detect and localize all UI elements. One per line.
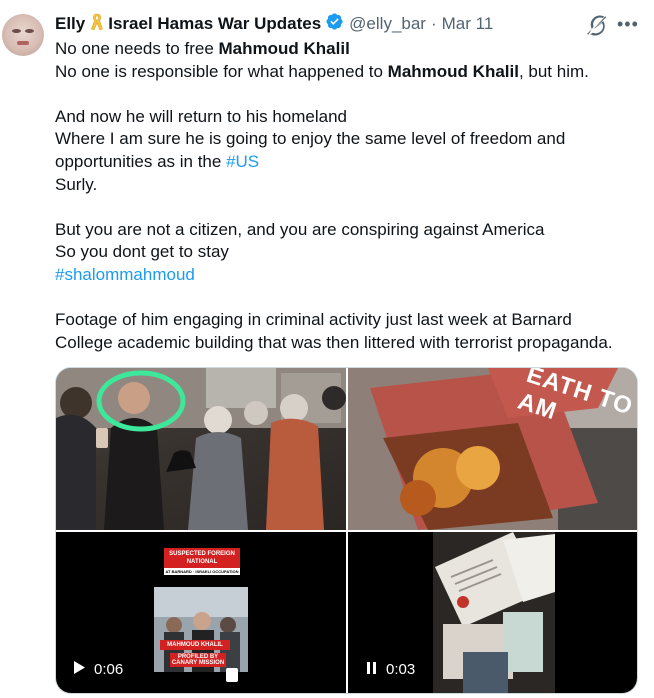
tweet-line: No one needs to free Mahmoud Khalil [55, 38, 645, 61]
yellow-ribbon-icon [91, 13, 104, 36]
avatar[interactable] [2, 14, 44, 56]
bold-name: Mahmoud Khalil [387, 61, 519, 81]
video-player[interactable]: SUSPECTED FOREIGN NATIONAL AT BARNARD · … [56, 532, 346, 693]
video-watermark [226, 668, 238, 682]
avatar-mouth [17, 41, 29, 45]
tweet-line: Footage of him engaging in criminal acti… [55, 310, 572, 330]
tweet-line: Where I am sure he is going to enjoy the… [55, 129, 566, 149]
pause-icon[interactable] [367, 661, 377, 678]
tweet-line: No one is responsible for what happened … [55, 61, 645, 84]
author-name[interactable]: Elly [55, 14, 85, 34]
photo-poster[interactable]: EATH TO AM [348, 368, 637, 530]
hashtag-shalommahmoud[interactable]: #shalommahmoud [55, 264, 645, 287]
tweet-line: So you dont get to stay [55, 242, 229, 262]
author-handle[interactable]: @elly_bar [349, 14, 426, 34]
tweet-line: College academic building that was then … [55, 332, 613, 352]
avatar-eye [25, 29, 34, 33]
video-banner-sub: AT BARNARD · ISRAELI OCCUPATION [164, 568, 240, 575]
tweet-text: No one needs to free Mahmoud Khalil No o… [55, 38, 645, 354]
tweet-header: Elly Israel Hamas War Updates @elly_bar … [55, 13, 645, 35]
video-banner: SUSPECTED FOREIGN NATIONAL [164, 548, 240, 568]
header-separator: · [430, 14, 437, 33]
text-segment: No one is responsible for what happened … [55, 61, 388, 81]
tweet-line: But you are not a citizen, and you are c… [55, 219, 545, 239]
video-profiled-label: PROFILED BY CANARY MISSION [170, 653, 226, 667]
video-duration: 0:03 [367, 661, 415, 678]
photo-crowd[interactable] [56, 368, 346, 530]
verified-badge-icon [325, 12, 344, 36]
media-grid: EATH TO AM SUSPECTED FOREIGN NATIONAL AT… [55, 367, 638, 694]
tweet-line: Surly. [55, 174, 98, 194]
text-segment: , but him. [518, 61, 589, 81]
video-thumbnail [433, 532, 555, 693]
play-icon[interactable] [74, 661, 85, 678]
grok-icon[interactable] [586, 14, 608, 41]
tweet[interactable]: Elly Israel Hamas War Updates @elly_bar … [0, 0, 654, 698]
avatar-eye [12, 29, 21, 33]
author-display-suffix[interactable]: Israel Hamas War Updates [108, 14, 321, 34]
video-banner-text: SUSPECTED FOREIGN NATIONAL [169, 551, 235, 565]
tweet-line: opportunities as in the #US [55, 151, 645, 174]
tweet-line: And now he will return to his homeland [55, 106, 347, 126]
bold-name: Mahmoud Khalil [218, 39, 350, 58]
tweet-date[interactable]: Mar 11 [442, 14, 494, 34]
video-player[interactable]: 0:03 [348, 532, 637, 693]
video-duration-text: 0:06 [94, 661, 124, 678]
text-segment: opportunities as in the [55, 151, 227, 171]
video-name-label: MAHMOUD KHALIL [160, 640, 230, 650]
video-duration: 0:06 [74, 661, 123, 678]
text-segment: No one needs to free [55, 39, 219, 58]
more-icon[interactable]: ••• [617, 15, 639, 33]
hashtag-us[interactable]: #US [226, 152, 259, 171]
video-duration-text: 0:03 [386, 661, 416, 678]
